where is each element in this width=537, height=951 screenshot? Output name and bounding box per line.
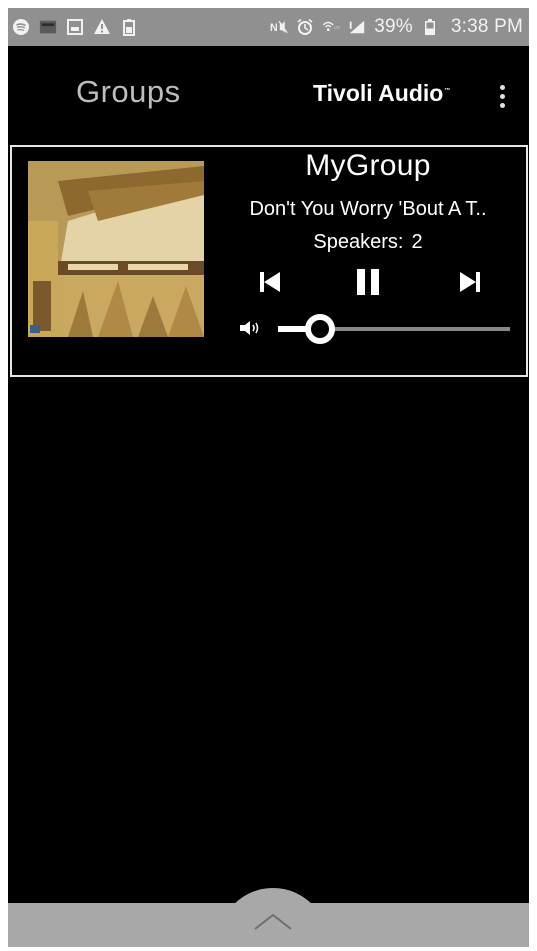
- page-title: Groups: [76, 74, 181, 109]
- nfc-mute-icon: N: [270, 18, 288, 36]
- app-thumbnail-icon: [39, 18, 57, 36]
- battery-saver-icon: [120, 18, 138, 36]
- signal-icon: [348, 18, 366, 36]
- skip-previous-icon[interactable]: [253, 265, 287, 299]
- volume-slider[interactable]: [278, 313, 510, 344]
- volume-icon[interactable]: [238, 318, 262, 338]
- status-bar-right: N LTE 39% 3:38 PM: [270, 16, 523, 38]
- clock: 3:38 PM: [450, 16, 523, 37]
- chevron-up-icon: [254, 913, 292, 930]
- album-art[interactable]: [28, 161, 204, 337]
- battery-percent: 39%: [374, 16, 413, 37]
- spotify-icon: [12, 18, 30, 36]
- warning-icon: [93, 18, 111, 36]
- group-name: MyGroup: [305, 149, 431, 182]
- status-bar-left: [12, 18, 138, 36]
- brand-name: Tivoli Audio: [313, 80, 444, 106]
- alarm-icon: [296, 18, 314, 36]
- app-screen: N LTE 39% 3:38 PM Groups Tivoli Audio™: [8, 8, 529, 947]
- brand-trademark: ™: [444, 88, 451, 95]
- image-icon: [66, 18, 84, 36]
- speakers-count: Speakers: 2: [208, 231, 528, 254]
- wifi-icon: LTE: [322, 18, 340, 36]
- svg-text:LTE: LTE: [334, 25, 340, 30]
- svg-text:N: N: [270, 22, 278, 34]
- status-bar: N LTE 39% 3:38 PM: [8, 8, 529, 46]
- volume-thumb[interactable]: [305, 314, 335, 344]
- track-title: Don't You Worry 'Bout A T..: [249, 198, 487, 220]
- battery-icon: [421, 18, 439, 36]
- speakers-number: 2: [411, 231, 423, 253]
- group-card[interactable]: MyGroup Don't You Worry 'Bout A T.. Spea…: [10, 145, 528, 377]
- skip-next-icon[interactable]: [453, 265, 487, 299]
- more-vert-icon[interactable]: [492, 76, 512, 116]
- pause-icon[interactable]: [351, 265, 385, 299]
- brand-logo: Tivoli Audio™: [313, 80, 450, 107]
- speakers-label: Speakers:: [313, 231, 404, 253]
- expand-tab[interactable]: [218, 888, 328, 947]
- app-header: Groups Tivoli Audio™: [8, 46, 529, 146]
